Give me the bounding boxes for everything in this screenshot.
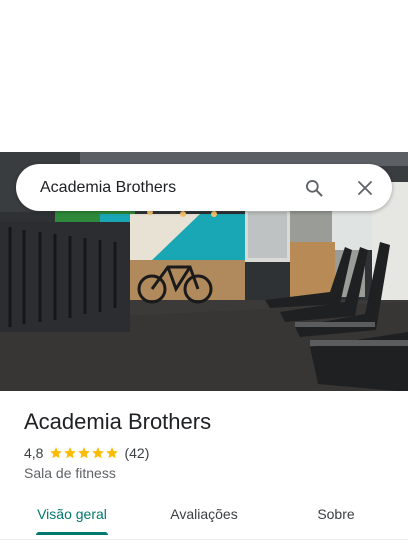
star-icon (50, 447, 63, 459)
place-category[interactable]: Sala de fitness (24, 465, 116, 481)
search-bar[interactable] (16, 164, 392, 211)
close-icon[interactable] (353, 176, 377, 200)
place-title: Academia Brothers (24, 409, 212, 434)
search-input[interactable] (40, 175, 290, 200)
rating-row: 4,8 (42) (24, 444, 149, 462)
tabs-divider (0, 539, 408, 540)
search-icon[interactable] (302, 176, 326, 200)
tab-about[interactable]: Sobre (288, 496, 384, 532)
star-icon (92, 447, 105, 459)
tab-reviews[interactable]: Avaliações (156, 496, 252, 532)
tab-overview[interactable]: Visão geral (24, 496, 120, 532)
star-rating (49, 446, 119, 460)
rating-value: 4,8 (24, 445, 44, 461)
place-tabs: Visão geral Avaliações Sobre (0, 496, 408, 535)
review-count[interactable]: (42) (124, 445, 149, 461)
star-icon (64, 447, 77, 459)
star-icon (78, 447, 91, 459)
star-icon (106, 447, 119, 459)
active-tab-indicator (36, 532, 108, 535)
